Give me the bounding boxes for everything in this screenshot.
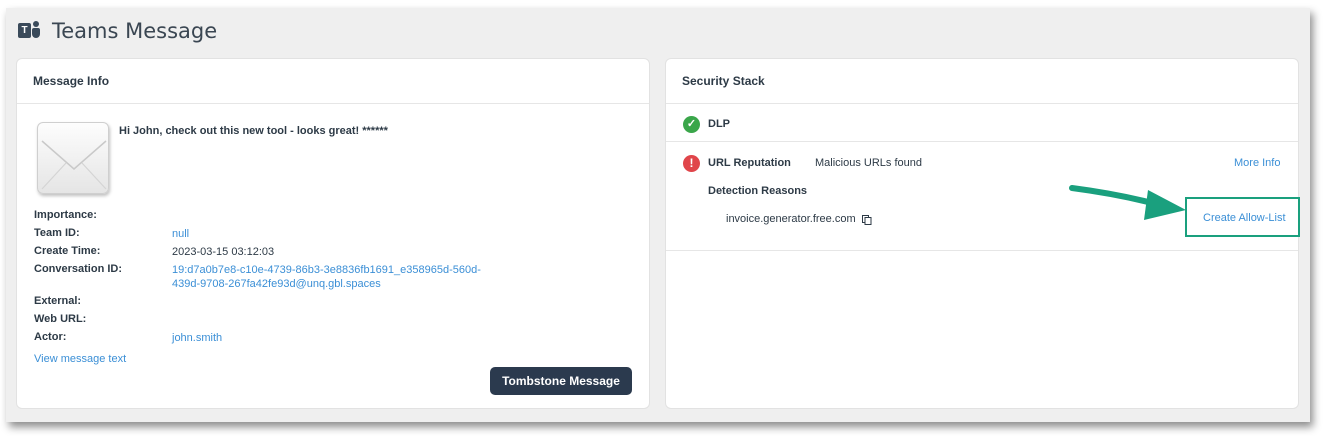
check-circle-icon: ✓ xyxy=(683,116,700,133)
conversation-id-line1: 19:d7a0b7e8-c10e-4739-86b3-3e8836fb1691_… xyxy=(172,264,481,276)
security-stack-card: Security Stack ✓ DLP ! URL Reputation Ma… xyxy=(665,58,1300,409)
create-time-value: 2023-03-15 03:12:03 xyxy=(172,246,275,258)
annotation-arrow-icon xyxy=(1069,185,1186,220)
tombstone-message-button[interactable]: Tombstone Message xyxy=(490,367,632,395)
importance-label: Importance: xyxy=(34,209,97,221)
external-label: External: xyxy=(34,295,82,307)
page-title: Teams Message xyxy=(52,19,218,43)
message-info-card: Message Info Hi John, check out this new… xyxy=(16,58,650,409)
detected-domain: invoice.generator.free.com xyxy=(726,213,856,225)
dlp-label: DLP xyxy=(708,118,730,130)
view-message-text-link[interactable]: View message text xyxy=(34,353,126,365)
create-allow-list-link[interactable]: Create Allow-List xyxy=(1203,212,1286,224)
conversation-id-value[interactable]: 19:d7a0b7e8-c10e-4739-86b3-3e8836fb1691_… xyxy=(172,263,481,291)
page-header: T Teams Message xyxy=(18,18,217,44)
conversation-id-label: Conversation ID: xyxy=(34,263,123,275)
copy-icon[interactable] xyxy=(862,215,872,225)
conversation-id-line2: 439d-9708-267fa42fe93d@unq.gbl.spaces xyxy=(172,278,381,290)
teams-logo-icon: T xyxy=(18,21,40,41)
web-url-label: Web URL: xyxy=(34,313,87,325)
url-reputation-label: URL Reputation xyxy=(708,157,791,169)
detection-reasons-label: Detection Reasons xyxy=(708,185,808,197)
message-info-title: Message Info xyxy=(17,59,649,104)
envelope-icon xyxy=(37,122,109,194)
actor-value[interactable]: john.smith xyxy=(172,331,222,345)
error-circle-icon: ! xyxy=(683,155,700,172)
dlp-row: ✓ DLP xyxy=(666,105,1298,142)
actor-label: Actor: xyxy=(34,331,67,343)
url-reputation-row: ! URL Reputation Malicious URLs found Mo… xyxy=(666,143,1300,251)
more-info-link[interactable]: More Info xyxy=(1234,157,1280,169)
url-reputation-status: Malicious URLs found xyxy=(815,157,922,169)
security-stack-title: Security Stack xyxy=(666,59,1298,104)
team-id-value[interactable]: null xyxy=(172,227,189,241)
message-subject: Hi John, check out this new tool - looks… xyxy=(119,125,388,137)
create-time-label: Create Time: xyxy=(34,245,101,257)
team-id-label: Team ID: xyxy=(34,227,80,239)
